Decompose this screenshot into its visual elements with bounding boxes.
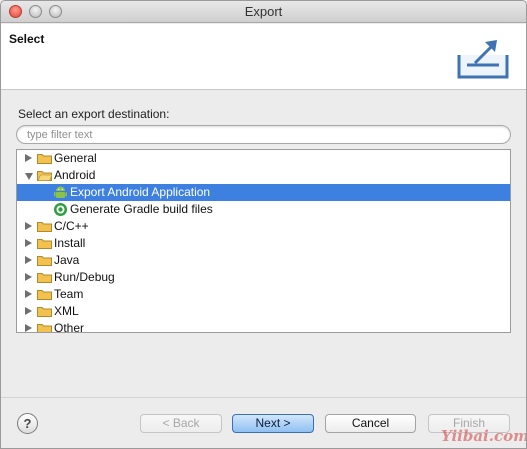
expand-arrow-icon[interactable] — [25, 222, 32, 230]
expand-arrow-icon[interactable] — [25, 324, 32, 332]
collapse-arrow-icon[interactable] — [25, 173, 33, 180]
expand-arrow-icon[interactable] — [25, 256, 32, 264]
open-folder-icon — [37, 171, 52, 181]
button-bar-divider — [1, 397, 526, 398]
tree-item-label: General — [54, 151, 97, 165]
tree-item-export-android-application[interactable]: Export Android Application — [17, 184, 510, 201]
tree-item-generate-gradle-build-files[interactable]: Generate Gradle build files — [17, 201, 510, 218]
wizard-header: Select — [1, 24, 526, 90]
filter-input[interactable] — [16, 125, 511, 144]
android-icon — [54, 186, 67, 198]
tree-item-general[interactable]: General — [17, 150, 510, 167]
gradle-icon — [54, 203, 67, 216]
title-bar: Export — [1, 1, 526, 23]
tree-item-label: XML — [54, 304, 79, 318]
tree-item-run-debug[interactable]: Run/Debug — [17, 269, 510, 286]
page-title: Select — [9, 32, 45, 46]
tree-item-android[interactable]: Android — [17, 167, 510, 184]
tree-item-xml[interactable]: XML — [17, 303, 510, 320]
tree-item-label: Java — [54, 253, 80, 267]
folder-icon — [37, 290, 52, 300]
tree-item-label: C/C++ — [54, 219, 89, 233]
expand-arrow-icon[interactable] — [25, 239, 32, 247]
expand-arrow-icon[interactable] — [25, 290, 32, 298]
destination-tree[interactable]: General Android Export Android Applicati… — [16, 149, 511, 333]
tree-item-label: Team — [54, 287, 84, 301]
folder-icon — [37, 324, 52, 332]
tree-item-label: Run/Debug — [54, 270, 115, 284]
folder-icon — [37, 222, 52, 232]
tree-item-label: Android — [54, 168, 96, 182]
tree-item-label: Generate Gradle build files — [70, 202, 213, 216]
expand-arrow-icon[interactable] — [25, 307, 32, 315]
tree-item-c-cpp[interactable]: C/C++ — [17, 218, 510, 235]
tree-item-label: Export Android Application — [70, 185, 211, 199]
back-button[interactable]: < Back — [140, 414, 222, 433]
tree-item-label: Other — [54, 321, 85, 333]
cancel-button[interactable]: Cancel — [325, 414, 416, 433]
next-button[interactable]: Next > — [232, 414, 314, 433]
folder-icon — [37, 273, 52, 283]
tree-item-team[interactable]: Team — [17, 286, 510, 303]
expand-arrow-icon[interactable] — [25, 154, 32, 162]
tree-item-label: Install — [54, 236, 86, 250]
window-title: Export — [244, 4, 283, 19]
tree-item-java[interactable]: Java — [17, 252, 510, 269]
export-icon — [457, 40, 509, 79]
tree-item-other[interactable]: Other — [17, 320, 510, 333]
folder-icon — [37, 307, 52, 317]
watermark: Yiibai.com — [441, 427, 527, 445]
help-button[interactable]: ? — [17, 413, 38, 434]
destination-label: Select an export destination: — [18, 107, 170, 121]
export-dialog: Export Select Select an export destinati… — [0, 0, 527, 449]
expand-arrow-icon[interactable] — [25, 273, 32, 281]
folder-icon — [37, 256, 52, 266]
folder-icon — [37, 154, 52, 164]
folder-icon — [37, 239, 52, 249]
tree-item-install[interactable]: Install — [17, 235, 510, 252]
